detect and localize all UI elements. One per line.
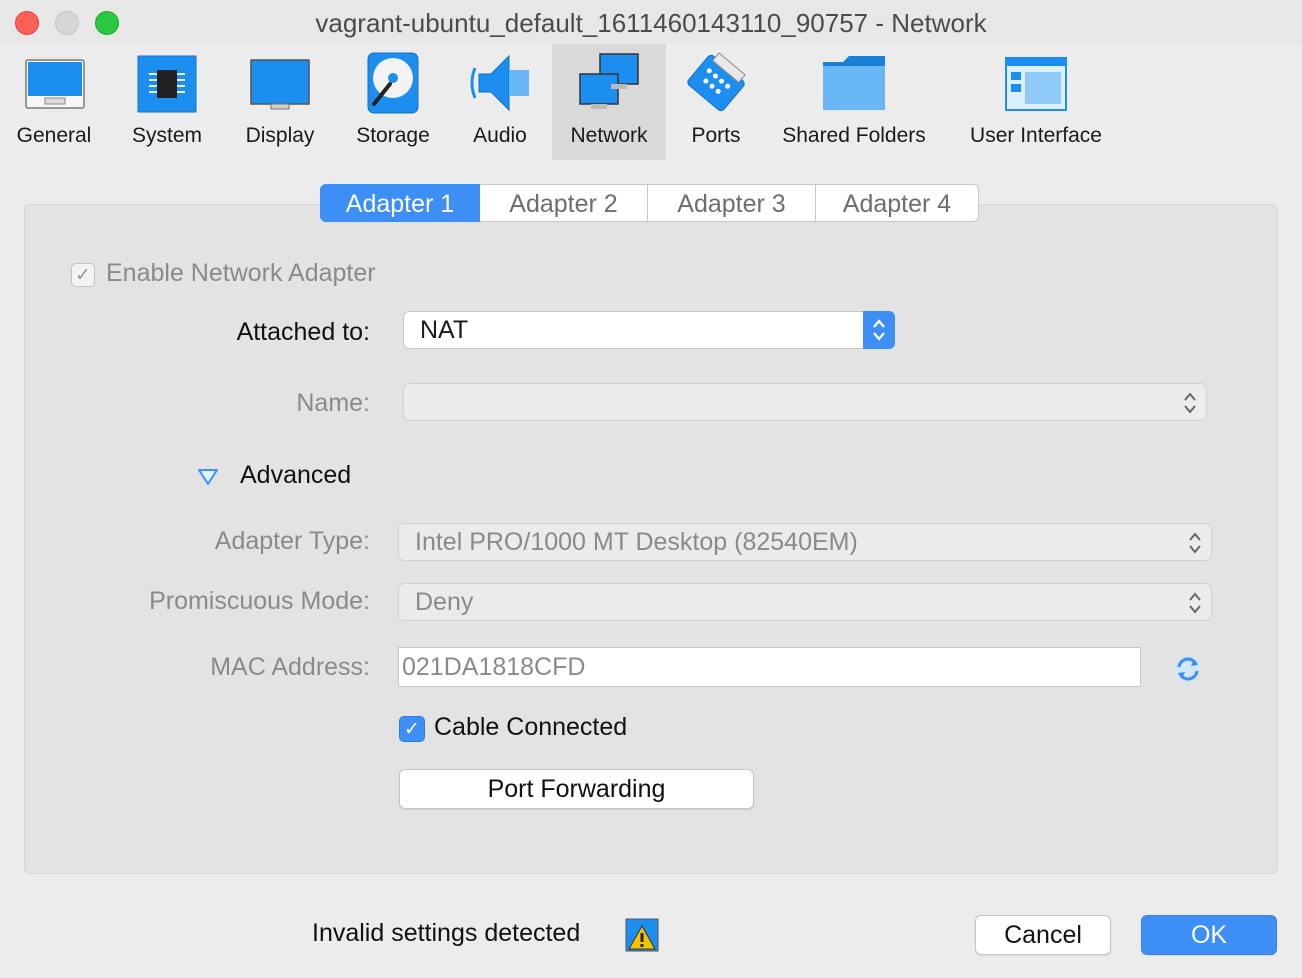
serial-port-icon xyxy=(687,52,746,112)
promiscuous-mode-label: Promiscuous Mode: xyxy=(149,587,370,615)
toolbar-label: Shared Folders xyxy=(782,124,926,147)
folder-icon xyxy=(823,56,885,110)
toolbar-item-system[interactable]: System xyxy=(120,44,214,160)
window-layout-icon xyxy=(1005,57,1067,111)
toolbar-item-general[interactable]: General xyxy=(8,44,100,160)
toolbar-label: Display xyxy=(245,124,315,147)
toolbar-item-shared-folders[interactable]: Shared Folders xyxy=(774,44,934,160)
disk-icon xyxy=(367,52,419,114)
toolbar-label: Network xyxy=(570,124,648,147)
settings-toolbar: General System Display Storage Audio Net… xyxy=(0,44,1302,160)
cable-connected-checkbox[interactable]: ✓ xyxy=(399,716,425,742)
attached-to-value: NAT xyxy=(420,316,469,344)
tab-adapter-4[interactable]: Adapter 4 xyxy=(816,184,979,222)
title-bar: vagrant-ubuntu_default_1611460143110_907… xyxy=(0,0,1302,44)
adapter-type-label: Adapter Type: xyxy=(214,527,370,555)
refresh-icon[interactable] xyxy=(1172,653,1204,685)
tab-adapter-3[interactable]: Adapter 3 xyxy=(648,184,816,222)
toolbar-label: Ports xyxy=(691,124,741,147)
adapter-type-value: Intel PRO/1000 MT Desktop (82540EM) xyxy=(415,528,858,556)
warning-icon[interactable] xyxy=(625,918,659,952)
speaker-icon xyxy=(470,54,529,112)
toolbar-item-user-interface[interactable]: User Interface xyxy=(960,44,1112,160)
toolbar-label: General xyxy=(16,124,92,147)
toolbar-item-network[interactable]: Network xyxy=(552,44,666,160)
window-title: vagrant-ubuntu_default_1611460143110_907… xyxy=(315,8,987,38)
tab-adapter-2[interactable]: Adapter 2 xyxy=(480,184,648,222)
general-icon xyxy=(25,59,85,109)
adapter-type-select[interactable]: Intel PRO/1000 MT Desktop (82540EM) xyxy=(398,523,1212,561)
toolbar-label: Audio xyxy=(473,124,527,147)
attached-to-label: Attached to: xyxy=(236,318,370,346)
network-icon xyxy=(579,53,639,109)
cable-connected-label: Cable Connected xyxy=(434,713,628,741)
ok-button[interactable]: OK xyxy=(1141,915,1277,955)
toolbar-item-ports[interactable]: Ports xyxy=(674,44,758,160)
adapter-tabs: Adapter 1 Adapter 2 Adapter 3 Adapter 4 xyxy=(320,184,979,224)
port-forwarding-button[interactable]: Port Forwarding xyxy=(399,769,754,809)
tab-adapter-1[interactable]: Adapter 1 xyxy=(320,184,480,222)
mac-address-field[interactable]: 021DA1818CFD xyxy=(398,647,1141,687)
toolbar-item-display[interactable]: Display xyxy=(232,44,328,160)
toolbar-item-audio[interactable]: Audio xyxy=(458,44,542,160)
cancel-button[interactable]: Cancel xyxy=(975,915,1111,955)
chevron-updown-icon xyxy=(1189,532,1201,554)
enable-adapter-label: Enable Network Adapter xyxy=(106,259,376,287)
enable-adapter-checkbox[interactable]: ✓ xyxy=(71,263,95,287)
name-label: Name: xyxy=(296,389,370,417)
chevron-updown-icon xyxy=(1189,592,1201,614)
name-select[interactable] xyxy=(403,383,1207,421)
mac-address-label: MAC Address: xyxy=(210,653,370,681)
toolbar-label: User Interface xyxy=(970,124,1102,147)
toolbar-label: Storage xyxy=(356,124,430,147)
toolbar-item-storage[interactable]: Storage xyxy=(344,44,442,160)
promiscuous-mode-select[interactable]: Deny xyxy=(398,583,1212,621)
disclosure-triangle-icon[interactable] xyxy=(197,467,219,487)
monitor-icon xyxy=(250,59,310,110)
chip-icon xyxy=(137,55,197,113)
attached-to-select[interactable]: NAT xyxy=(403,311,895,349)
advanced-label[interactable]: Advanced xyxy=(240,461,351,490)
chevron-updown-icon xyxy=(1184,392,1196,414)
promiscuous-mode-value: Deny xyxy=(415,588,474,616)
chevron-updown-icon xyxy=(863,311,895,349)
toolbar-label: System xyxy=(131,124,202,147)
status-message: Invalid settings detected xyxy=(312,919,581,947)
